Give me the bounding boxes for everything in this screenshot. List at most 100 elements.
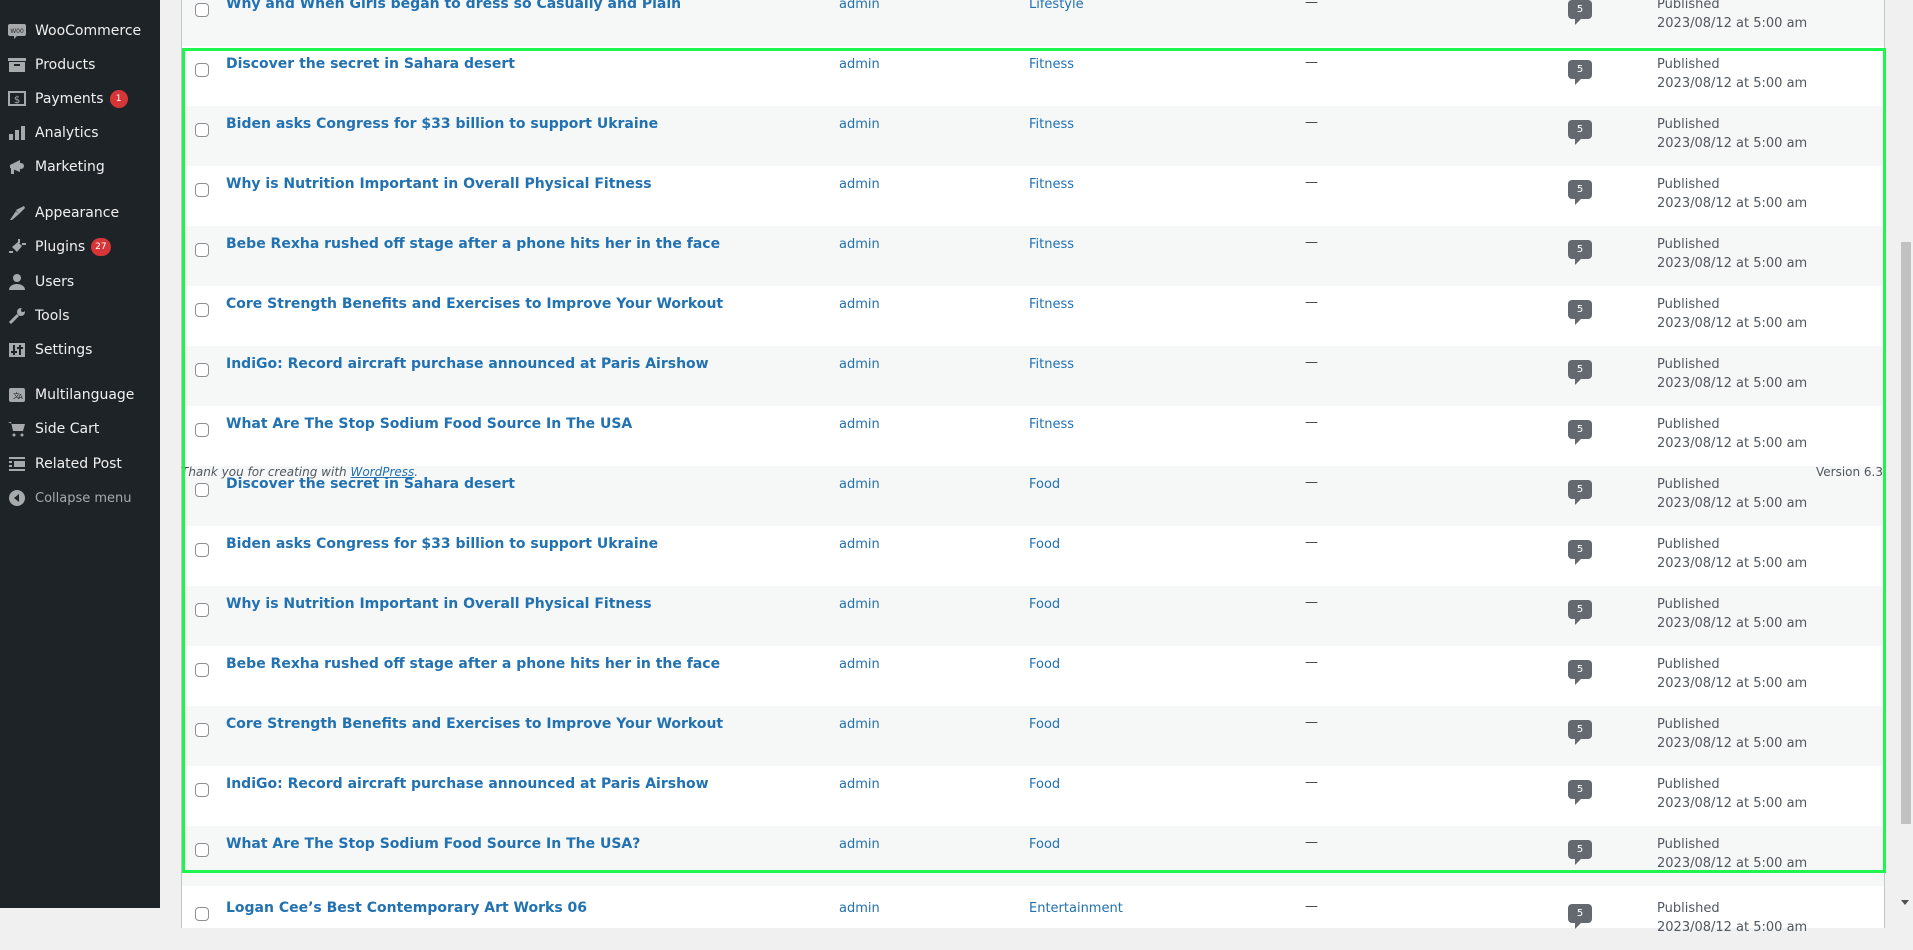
wordpress-link[interactable]: WordPress (350, 465, 414, 479)
post-title-link[interactable]: Biden asks Congress for $33 billion to s… (226, 116, 658, 132)
sidebar-item-settings[interactable]: Settings (0, 333, 160, 367)
post-title-link[interactable]: Core Strength Benefits and Exercises to … (226, 296, 723, 312)
comment-count-bubble[interactable]: 5 (1568, 0, 1592, 25)
scrollbar-thumb[interactable] (1901, 242, 1911, 824)
category-link[interactable]: Food (1029, 717, 1060, 732)
row-checkbox[interactable] (195, 423, 209, 437)
scroll-down-arrow-icon[interactable] (1901, 900, 1909, 905)
post-title-link[interactable]: Bebe Rexha rushed off stage after a phon… (226, 656, 720, 672)
post-title-link[interactable]: What Are The Stop Sodium Food Source In … (226, 836, 640, 852)
row-checkbox[interactable] (195, 183, 209, 197)
row-checkbox[interactable] (195, 63, 209, 77)
comment-count-bubble[interactable]: 5 (1568, 420, 1592, 445)
post-title-link[interactable]: What Are The Stop Sodium Food Source In … (226, 416, 632, 432)
author-link[interactable]: admin (839, 417, 880, 432)
sidebar-item-users[interactable]: Users (0, 265, 160, 299)
comment-count-bubble[interactable]: 5 (1568, 120, 1592, 145)
sidebar-item-appearance[interactable]: Appearance (0, 196, 160, 230)
page-scrollbar[interactable] (1898, 0, 1913, 908)
post-date-status: Published 2023/08/12 at 5:00 am (1657, 715, 1807, 753)
comment-count-bubble[interactable]: 5 (1568, 480, 1592, 505)
comment-count-bubble[interactable]: 5 (1568, 360, 1592, 385)
row-checkbox[interactable] (195, 303, 209, 317)
post-title-link[interactable]: IndiGo: Record aircraft purchase announc… (226, 776, 709, 792)
post-title-link[interactable]: Logan Cee’s Best Contemporary Art Works … (226, 900, 587, 916)
row-checkbox[interactable] (195, 363, 209, 377)
sidebar-item-woocommerce[interactable]: W00 WooCommerce (0, 14, 160, 48)
row-checkbox[interactable] (195, 907, 209, 921)
tags-empty: — (1305, 115, 1318, 130)
comment-count-bubble[interactable]: 5 (1568, 180, 1592, 205)
author-link[interactable]: admin (839, 777, 880, 792)
author-link[interactable]: admin (839, 177, 880, 192)
category-link[interactable]: Fitness (1029, 357, 1074, 372)
post-title-link[interactable]: Why is Nutrition Important in Overall Ph… (226, 596, 652, 612)
comment-count-bubble[interactable]: 5 (1568, 720, 1592, 745)
post-title-link[interactable]: IndiGo: Record aircraft purchase announc… (226, 356, 709, 372)
author-link[interactable]: admin (839, 717, 880, 732)
author-link[interactable]: admin (839, 357, 880, 372)
category-link[interactable]: Entertainment (1029, 901, 1123, 916)
row-checkbox[interactable] (195, 543, 209, 557)
row-checkbox[interactable] (195, 3, 209, 17)
row-checkbox[interactable] (195, 663, 209, 677)
collapse-menu-button[interactable]: Collapse menu (0, 481, 160, 515)
sidebar-item-tools[interactable]: Tools (0, 299, 160, 333)
post-title-link[interactable]: Why is Nutrition Important in Overall Ph… (226, 176, 652, 192)
author-link[interactable]: admin (839, 477, 880, 492)
author-link[interactable]: admin (839, 117, 880, 132)
comment-count-bubble[interactable]: 5 (1568, 780, 1592, 805)
author-link[interactable]: admin (839, 597, 880, 612)
comment-count-bubble[interactable]: 5 (1568, 60, 1592, 85)
comment-count-bubble[interactable]: 5 (1568, 540, 1592, 565)
post-title-link[interactable]: Discover the secret in Sahara desert (226, 56, 515, 72)
comment-count-bubble[interactable]: 5 (1568, 300, 1592, 325)
post-title-link[interactable]: Core Strength Benefits and Exercises to … (226, 716, 723, 732)
sidebar-item-marketing[interactable]: Marketing (0, 150, 160, 184)
post-title-link[interactable]: Bebe Rexha rushed off stage after a phon… (226, 236, 720, 252)
category-link[interactable]: Fitness (1029, 297, 1074, 312)
category-link[interactable]: Food (1029, 477, 1060, 492)
author-link[interactable]: admin (839, 57, 880, 72)
sidebar-item-multilanguage[interactable]: 文 A Multilanguage (0, 378, 160, 412)
comment-count-bubble[interactable]: 5 (1568, 660, 1592, 685)
category-link[interactable]: Fitness (1029, 57, 1074, 72)
comment-count-bubble[interactable]: 5 (1568, 840, 1592, 865)
post-title-link[interactable]: Why and When Girls began to dress so Cas… (226, 0, 681, 12)
comment-count-bubble[interactable]: 5 (1568, 904, 1592, 929)
sidebar-item-related-post[interactable]: Related Post (0, 447, 160, 481)
author-link[interactable]: admin (839, 297, 880, 312)
sidebar-item-plugins[interactable]: Plugins 27 (0, 230, 160, 264)
comment-count-bubble[interactable]: 5 (1568, 240, 1592, 265)
author-link[interactable]: admin (839, 0, 880, 12)
category-link[interactable]: Food (1029, 657, 1060, 672)
category-link[interactable]: Food (1029, 837, 1060, 852)
category-link[interactable]: Fitness (1029, 177, 1074, 192)
category-link[interactable]: Food (1029, 597, 1060, 612)
sidebar-item-side-cart[interactable]: Side Cart (0, 412, 160, 446)
row-checkbox[interactable] (195, 123, 209, 137)
comment-count-bubble[interactable]: 5 (1568, 600, 1592, 625)
sidebar-item-payments[interactable]: $ Payments 1 (0, 82, 160, 116)
author-link[interactable]: admin (839, 537, 880, 552)
tags-empty: — (1305, 355, 1318, 370)
category-link[interactable]: Fitness (1029, 117, 1074, 132)
row-checkbox[interactable] (195, 483, 209, 497)
author-link[interactable]: admin (839, 657, 880, 672)
row-checkbox[interactable] (195, 723, 209, 737)
category-link[interactable]: Fitness (1029, 417, 1074, 432)
category-link[interactable]: Lifestyle (1029, 0, 1084, 12)
author-link[interactable]: admin (839, 901, 880, 916)
row-checkbox[interactable] (195, 243, 209, 257)
category-link[interactable]: Fitness (1029, 237, 1074, 252)
sidebar-item-analytics[interactable]: Analytics (0, 116, 160, 150)
category-link[interactable]: Food (1029, 537, 1060, 552)
category-link[interactable]: Food (1029, 777, 1060, 792)
row-checkbox[interactable] (195, 783, 209, 797)
author-link[interactable]: admin (839, 237, 880, 252)
author-link[interactable]: admin (839, 837, 880, 852)
post-title-link[interactable]: Biden asks Congress for $33 billion to s… (226, 536, 658, 552)
row-checkbox[interactable] (195, 843, 209, 857)
sidebar-item-products[interactable]: Products (0, 48, 160, 82)
row-checkbox[interactable] (195, 603, 209, 617)
